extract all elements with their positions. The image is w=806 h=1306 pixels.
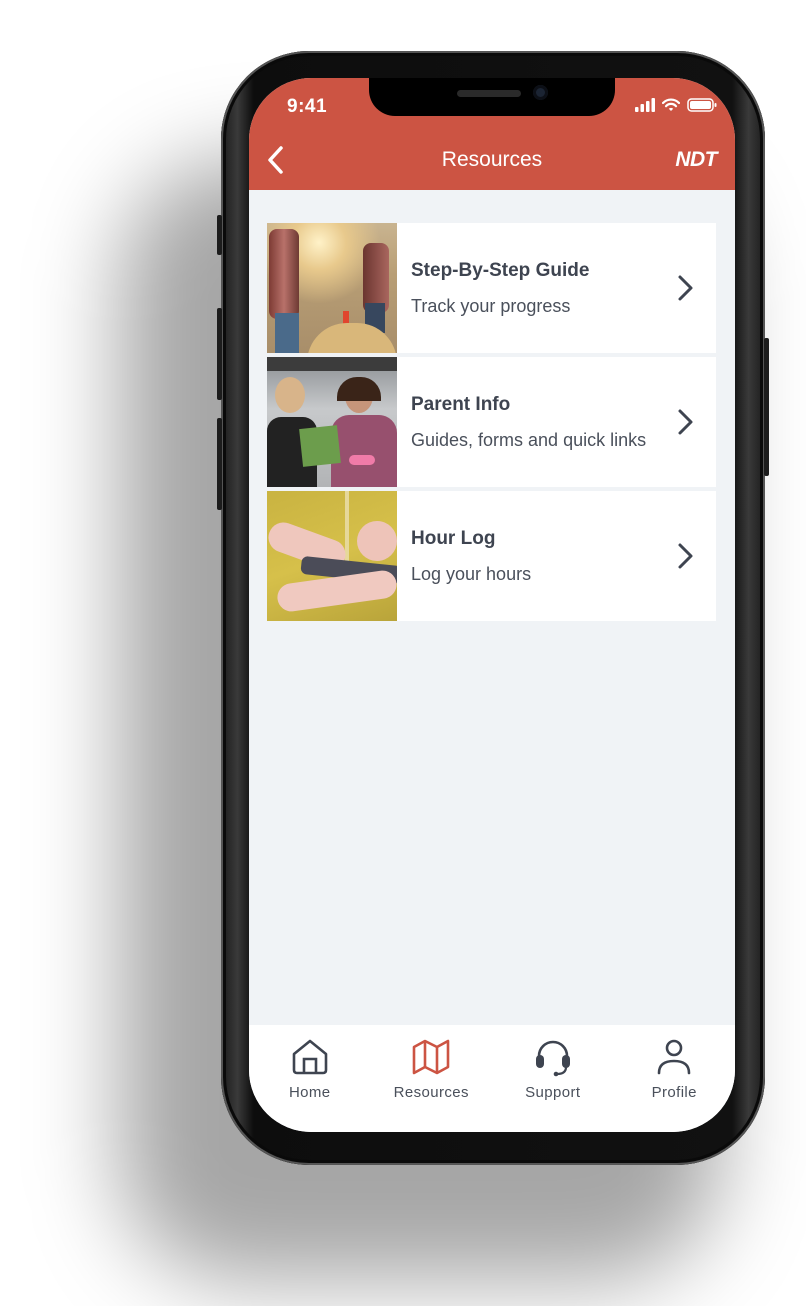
parent-and-teen-photo <box>267 357 397 487</box>
tab-label: Home <box>288 1084 331 1101</box>
volume-up-button <box>217 308 222 400</box>
cellular-signal-icon <box>635 98 655 112</box>
tab-label: Resources <box>393 1084 469 1101</box>
tab-label: Support <box>525 1084 581 1101</box>
battery-icon <box>687 98 717 112</box>
resource-card-step-by-step-guide[interactable]: Step-By-Step Guide Track your progress <box>267 223 716 353</box>
card-subtitle: Guides, forms and quick links <box>411 429 647 450</box>
mute-switch <box>217 215 222 255</box>
card-title: Hour Log <box>411 527 496 549</box>
chevron-right-icon <box>678 543 693 569</box>
card-body: Hour Log Log your hours <box>397 491 716 621</box>
card-subtitle: Log your hours <box>411 563 532 584</box>
card-title: Parent Info <box>411 393 511 415</box>
power-button <box>764 338 769 476</box>
card-body: Step-By-Step Guide Track your progress <box>397 223 716 353</box>
front-camera <box>533 85 548 100</box>
resource-card-hour-log[interactable]: Hour Log Log your hours <box>267 491 716 621</box>
tab-home[interactable]: Home <box>249 1025 371 1132</box>
bottom-tab-bar: Home Resources Support Profile <box>249 1025 735 1132</box>
phone-in-hands-photo <box>267 491 397 621</box>
tab-profile[interactable]: Profile <box>614 1025 736 1132</box>
map-icon <box>412 1039 450 1075</box>
headset-icon <box>535 1040 570 1077</box>
status-time: 9:41 <box>287 96 328 117</box>
tab-resources[interactable]: Resources <box>371 1025 493 1132</box>
chevron-right-icon <box>678 409 693 435</box>
card-title: Step-By-Step Guide <box>411 259 590 281</box>
notch <box>369 78 615 116</box>
driving-lesson-photo <box>267 223 397 353</box>
user-icon <box>657 1039 691 1075</box>
wifi-icon <box>662 98 680 111</box>
card-subtitle: Track your progress <box>411 295 571 316</box>
tab-support[interactable]: Support <box>492 1025 614 1132</box>
app-screen: 9:41 Resources NDT Step-By-Step Guide Tr… <box>249 78 735 1132</box>
speaker-grille <box>457 90 521 97</box>
volume-down-button <box>217 418 222 510</box>
app-header: 9:41 Resources NDT <box>249 78 735 190</box>
ndt-logo: NDT <box>675 148 717 171</box>
resource-card-parent-info[interactable]: Parent Info Guides, forms and quick link… <box>267 357 716 487</box>
chevron-right-icon <box>678 275 693 301</box>
status-icons <box>635 98 717 112</box>
home-icon <box>292 1039 328 1075</box>
page-title: Resources <box>441 148 543 171</box>
resources-list: Step-By-Step Guide Track your progress P… <box>267 223 716 625</box>
card-body: Parent Info Guides, forms and quick link… <box>397 357 716 487</box>
tab-label: Profile <box>651 1084 697 1101</box>
